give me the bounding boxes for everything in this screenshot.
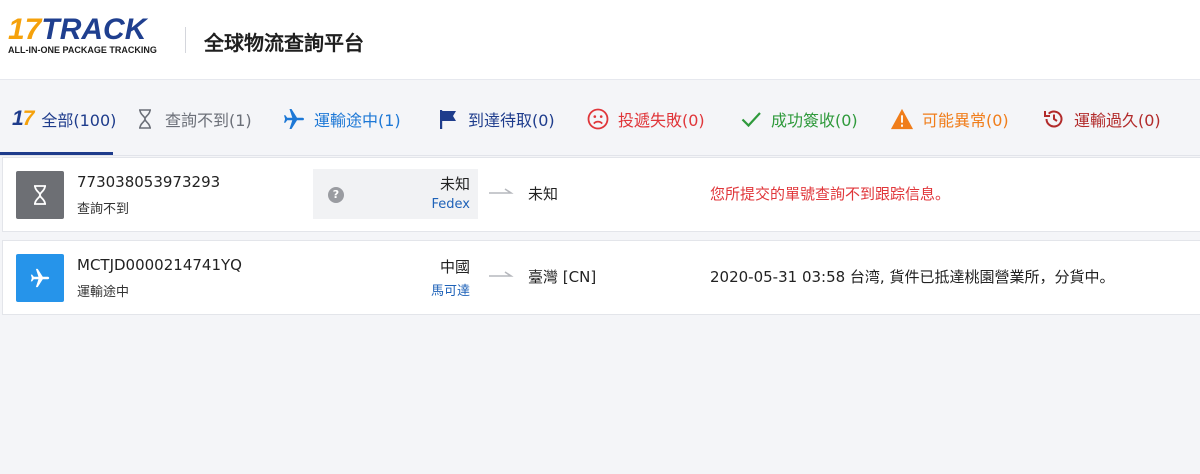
origin-carrier-box[interactable]: ? 未知 Fedex xyxy=(313,169,478,219)
logo-wordmark: 17TRACK xyxy=(8,14,173,46)
tab-alert[interactable]: 可能異常(0) xyxy=(890,81,1009,156)
sad-face-icon xyxy=(586,107,610,131)
17track-logo[interactable]: 17TRACK ALL-IN-ONE PACKAGE TRACKING xyxy=(8,14,173,62)
tab-in-transit[interactable]: 運輸途中(1) xyxy=(282,81,401,156)
history-icon xyxy=(1042,107,1066,131)
tab-alert-label: 可能異常(0) xyxy=(922,110,1009,130)
question-icon: ? xyxy=(328,187,344,203)
tab-failed-label: 投遞失敗(0) xyxy=(618,110,705,130)
carrier-link[interactable]: 馬可達 xyxy=(431,280,470,299)
hourglass-icon xyxy=(133,107,157,131)
flag-icon xyxy=(436,107,460,131)
header-divider xyxy=(185,27,186,53)
check-icon xyxy=(739,107,763,131)
tab-failed[interactable]: 投遞失敗(0) xyxy=(586,81,705,156)
status-tabs: 17 全部(100) 查詢不到(1) 運輸途中(1) 到達待取(0) 投遞失敗(… xyxy=(0,81,1200,156)
origin-country: 未知 xyxy=(439,175,470,193)
hourglass-icon xyxy=(34,185,46,205)
origin-carrier-box[interactable]: 中國 馬可達 xyxy=(313,252,478,302)
latest-event: 您所提交的單號查詢不到跟踪信息。 xyxy=(710,185,951,203)
tab-pickup[interactable]: 到達待取(0) xyxy=(436,81,555,156)
tab-not-found[interactable]: 查詢不到(1) xyxy=(133,81,252,156)
status-icon-box xyxy=(16,171,64,219)
airplane-icon xyxy=(30,268,50,288)
destination-country: 臺灣 [CN] xyxy=(528,268,597,286)
airplane-icon xyxy=(282,107,306,131)
carrier-link[interactable]: Fedex xyxy=(432,197,470,212)
shipment-status: 查詢不到 xyxy=(77,202,130,217)
tab-delivered[interactable]: 成功簽收(0) xyxy=(739,81,858,156)
logo-word: TRACK xyxy=(41,13,147,46)
origin-country: 中國 xyxy=(439,258,470,276)
top-header: 17TRACK ALL-IN-ONE PACKAGE TRACKING 全球物流… xyxy=(0,0,1200,80)
tab-in-transit-label: 運輸途中(1) xyxy=(314,110,401,130)
17-logo-icon: 17 xyxy=(12,106,34,130)
shipment-status: 運輸途中 xyxy=(77,285,130,300)
tracking-number[interactable]: MCTJD0000214741YQ xyxy=(77,256,242,274)
destination-country: 未知 xyxy=(528,185,559,203)
logo-number: 17 xyxy=(8,13,42,46)
tab-expired[interactable]: 運輸過久(0) xyxy=(1042,81,1161,156)
latest-event: 2020-05-31 03:58 台湾, 貨件已抵達桃園營業所，分貨中。 xyxy=(710,268,1115,286)
tracking-number[interactable]: 773038053973293 xyxy=(77,173,220,191)
tabs-divider xyxy=(0,155,1200,156)
shipment-row[interactable]: 773038053973293 查詢不到 ? 未知 Fedex 未知 您所提交的… xyxy=(2,157,1200,232)
tab-not-found-label: 查詢不到(1) xyxy=(165,110,252,130)
shipment-row[interactable]: MCTJD0000214741YQ 運輸途中 中國 馬可達 臺灣 [CN] 20… xyxy=(2,240,1200,315)
page-title: 全球物流查詢平台 xyxy=(204,31,364,55)
logo-tagline: ALL-IN-ONE PACKAGE TRACKING xyxy=(8,45,157,55)
tab-all-label: 全部(100) xyxy=(41,110,117,130)
warning-icon xyxy=(890,107,914,131)
tab-expired-label: 運輸過久(0) xyxy=(1074,110,1161,130)
status-icon-box xyxy=(16,254,64,302)
arrow-right-icon xyxy=(489,188,514,194)
tab-all[interactable]: 17 全部(100) xyxy=(12,81,116,156)
arrow-right-icon xyxy=(489,271,514,277)
tab-pickup-label: 到達待取(0) xyxy=(468,110,555,130)
tab-delivered-label: 成功簽收(0) xyxy=(771,110,858,130)
